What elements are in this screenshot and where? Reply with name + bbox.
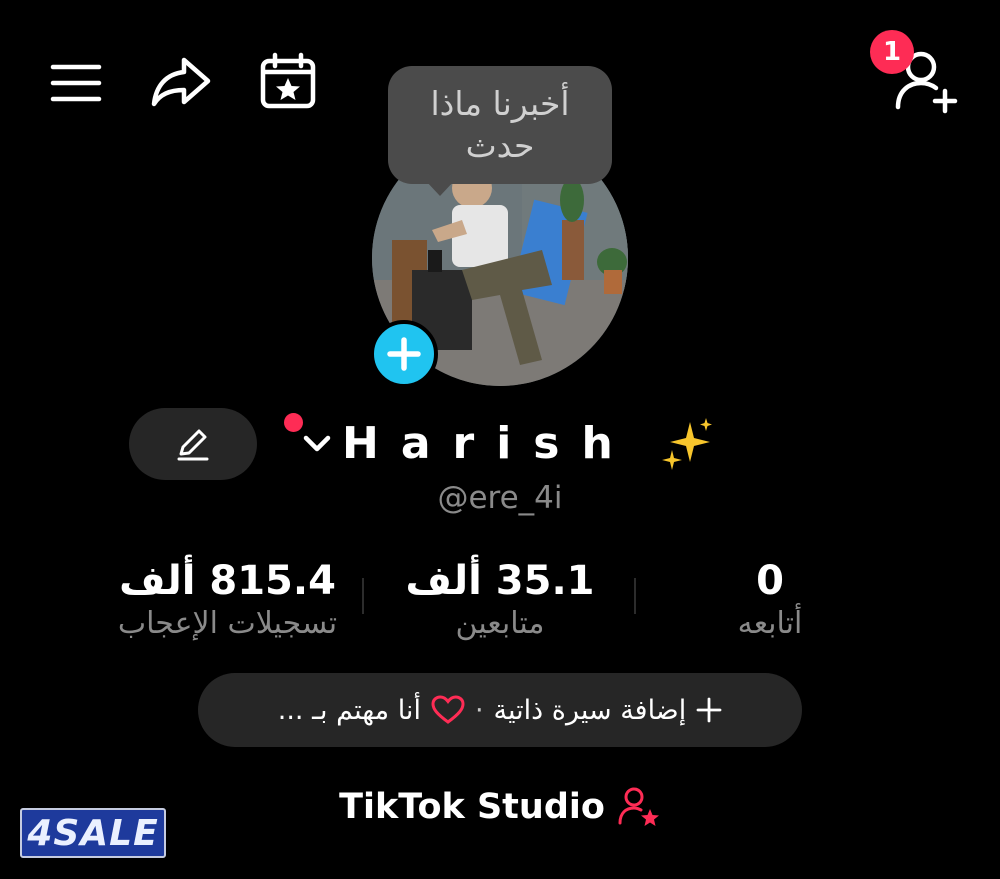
notification-badge: 1 — [870, 30, 914, 74]
watermark-logo: 4SALE — [20, 808, 166, 858]
edit-profile-button[interactable] — [129, 408, 257, 480]
tooltip-tail — [425, 180, 455, 196]
person-star-icon — [618, 787, 659, 826]
calendar-star-icon — [260, 52, 316, 109]
menu-button[interactable] — [45, 55, 107, 111]
bio-pill[interactable]: إضافة سيرة ذاتية · أنا مهتم بـ ... — [198, 673, 802, 747]
add-story-button[interactable] — [370, 320, 438, 388]
stat-divider — [634, 578, 636, 614]
chevron-down-icon — [303, 435, 331, 452]
share-button[interactable] — [145, 52, 217, 112]
followers-label: متابعين — [455, 606, 545, 641]
username: @ere_4i — [437, 480, 563, 516]
plus-icon — [387, 337, 421, 371]
plus-icon — [696, 697, 722, 723]
following-stat[interactable]: 0 أتابعه — [690, 558, 850, 641]
interests-label: أنا مهتم بـ ... — [277, 694, 421, 726]
studio-label: TikTok Studio — [339, 787, 605, 827]
tooltip-text: أخبرنا ماذا حدث — [430, 84, 570, 165]
likes-count: 815.4 ألف — [119, 558, 336, 604]
stat-divider — [362, 578, 364, 614]
account-switch-chevron[interactable] — [300, 428, 334, 458]
followers-count: 35.1 ألف — [405, 558, 595, 604]
followers-stat[interactable]: 35.1 ألف متابعين — [395, 558, 605, 641]
likes-stat[interactable]: 815.4 ألف تسجيلات الإعجاب — [70, 558, 385, 641]
heart-icon — [431, 695, 465, 724]
following-label: أتابعه — [737, 606, 803, 641]
likes-label: تسجيلات الإعجاب — [117, 606, 338, 641]
sparkles-icon — [660, 416, 716, 472]
share-arrow-icon — [151, 57, 211, 107]
status-tooltip[interactable]: أخبرنا ماذا حدث — [388, 66, 612, 184]
calendar-button[interactable] — [255, 50, 321, 112]
hamburger-icon — [50, 64, 102, 102]
display-name[interactable]: Harish — [342, 418, 635, 469]
bio-separator: · — [474, 694, 484, 726]
following-count: 0 — [756, 558, 784, 604]
add-bio-label: إضافة سيرة ذاتية — [493, 694, 687, 726]
pencil-icon — [177, 429, 209, 461]
